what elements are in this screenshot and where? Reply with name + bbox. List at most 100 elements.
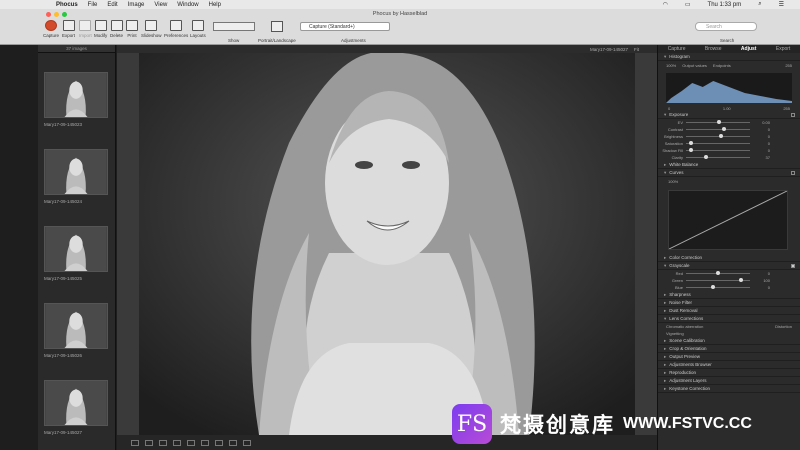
import-button[interactable]: Import xyxy=(79,20,92,38)
spotlight-icon[interactable]: ⌕ xyxy=(758,1,761,8)
slider-value[interactable]: 0 xyxy=(754,141,770,146)
section-adjustment-layers[interactable]: ▸ Adjustment Layers xyxy=(658,377,800,385)
slider-knob[interactable] xyxy=(719,134,723,138)
compare-icon[interactable] xyxy=(145,439,153,446)
section-dust-removal[interactable]: ▸ Dust Removal xyxy=(658,307,800,315)
section-noise-filter[interactable]: ▸ Noise Filter xyxy=(658,299,800,307)
preset-select[interactable]: Capture (Standard+) xyxy=(300,22,390,31)
slider-knob[interactable] xyxy=(722,127,726,131)
rotate-icon[interactable] xyxy=(271,21,283,32)
next-icon[interactable] xyxy=(243,439,251,446)
slider-track[interactable] xyxy=(686,148,750,152)
modify-button[interactable]: Modify xyxy=(94,20,107,38)
vignetting-checkbox[interactable]: Vignetting xyxy=(658,330,800,337)
slider-knob[interactable] xyxy=(711,285,716,289)
menu-view[interactable]: View xyxy=(154,2,167,8)
slider-track[interactable] xyxy=(686,120,750,124)
slider-track[interactable] xyxy=(686,155,750,159)
level-tool-icon[interactable] xyxy=(173,439,181,446)
zoom-level[interactable]: Fit xyxy=(634,47,639,52)
level-low[interactable]: 0 xyxy=(668,106,670,111)
section-sharpness[interactable]: ▸ Sharpness xyxy=(658,291,800,299)
wifi-icon[interactable]: ◠ xyxy=(663,1,668,8)
print-button[interactable]: Print xyxy=(126,20,138,38)
slider-knob[interactable] xyxy=(689,141,693,145)
section-white-balance[interactable]: ▸ White Balance xyxy=(658,161,800,169)
section-histogram[interactable]: ▾ Histogram xyxy=(658,53,800,61)
exposure-slider[interactable]: Contrast 0 xyxy=(658,126,800,133)
thumbnail[interactable] xyxy=(44,380,108,426)
minimize-icon[interactable] xyxy=(54,12,59,17)
slider-knob[interactable] xyxy=(738,278,743,282)
thumbnail[interactable] xyxy=(44,72,108,118)
thumbnail[interactable] xyxy=(44,226,108,272)
close-icon[interactable] xyxy=(46,12,51,17)
level-mid[interactable]: 1.00 xyxy=(723,106,731,111)
delete-button[interactable]: Delete xyxy=(110,20,123,38)
grayscale-slider[interactable]: Red 0 xyxy=(658,270,800,277)
slider-value[interactable]: 0 xyxy=(754,271,770,276)
section-keystone-correction[interactable]: ▸ Keystone Correction xyxy=(658,385,800,393)
slider-track[interactable] xyxy=(686,141,750,145)
zoom-icon[interactable] xyxy=(62,12,67,17)
slider-value[interactable]: 100 xyxy=(754,278,770,283)
exposure-slider[interactable]: Brightness 0 xyxy=(658,133,800,140)
enable-checkbox[interactable] xyxy=(791,263,795,268)
search-input[interactable]: Search xyxy=(695,22,757,31)
curves-graph[interactable] xyxy=(668,190,788,250)
section-reproduction[interactable]: ▸ Reproduction xyxy=(658,369,800,377)
grayscale-slider[interactable]: Blue 0 xyxy=(658,284,800,291)
menu-app[interactable]: Phocus xyxy=(56,2,78,8)
menu-file[interactable]: File xyxy=(88,2,98,8)
menu-list-icon[interactable]: ☰ xyxy=(779,1,784,8)
level-high[interactable]: 255 xyxy=(783,106,790,111)
slider-value[interactable]: 0.00 xyxy=(754,120,770,125)
chromatic-aberration-checkbox[interactable]: Chromatic aberration xyxy=(666,324,703,329)
slider-value[interactable]: 37 xyxy=(754,155,770,160)
menu-help[interactable]: Help xyxy=(209,2,221,8)
main-photo[interactable] xyxy=(139,53,635,435)
tab-export[interactable]: Export xyxy=(776,46,790,52)
show-toggle[interactable] xyxy=(213,22,255,31)
slider-value[interactable]: 0 xyxy=(754,127,770,132)
prev-icon[interactable] xyxy=(229,439,237,446)
preferences-button[interactable]: Preferences xyxy=(164,20,188,38)
tab-adjust[interactable]: Adjust xyxy=(741,46,757,52)
slider-value[interactable]: 0 xyxy=(754,134,770,139)
thumbnail[interactable] xyxy=(44,149,108,195)
tab-capture[interactable]: Capture xyxy=(668,46,686,52)
menu-window[interactable]: Window xyxy=(177,2,198,8)
curves-zoom[interactable]: 100% xyxy=(658,177,800,186)
capture-button[interactable]: Capture xyxy=(43,20,59,38)
slider-track[interactable] xyxy=(686,134,750,138)
slider-knob[interactable] xyxy=(704,155,708,159)
exposure-slider[interactable]: Shadow Fill 0 xyxy=(658,147,800,154)
section-scene-calibration[interactable]: ▸ Scene Calibration xyxy=(658,337,800,345)
picker-tool-icon[interactable] xyxy=(187,439,195,446)
section-grayscale[interactable]: ▾ Grayscale xyxy=(658,262,800,270)
thumbnail[interactable] xyxy=(44,303,108,349)
layouts-button[interactable]: Layouts xyxy=(190,20,206,38)
zoom-tool-icon[interactable] xyxy=(201,439,209,446)
section-exposure[interactable]: ▾ Exposure xyxy=(658,111,800,119)
section-curves[interactable]: ▾ Curves xyxy=(658,169,800,177)
menu-edit[interactable]: Edit xyxy=(107,2,117,8)
slider-track[interactable] xyxy=(686,271,750,275)
export-button[interactable]: Export xyxy=(62,20,75,38)
battery-icon[interactable]: ▭ xyxy=(685,1,691,8)
enable-checkbox[interactable] xyxy=(791,112,795,117)
section-crop-orientation[interactable]: ▸ Crop & Orientation xyxy=(658,345,800,353)
output-values-checkbox[interactable]: Output values xyxy=(682,63,707,68)
slider-value[interactable]: 0 xyxy=(754,285,770,290)
section-color-correction[interactable]: ▸ Color Correction xyxy=(658,254,800,262)
view-mode-icon[interactable] xyxy=(131,439,139,446)
menu-image[interactable]: Image xyxy=(128,2,145,8)
slider-track[interactable] xyxy=(686,285,750,289)
slideshow-button[interactable]: Slideshow xyxy=(141,20,162,38)
grayscale-slider[interactable]: Green 100 xyxy=(658,277,800,284)
image-viewer[interactable]: Mary17-09-145027 Fit xyxy=(117,45,657,450)
slider-track[interactable] xyxy=(686,127,750,131)
slider-knob[interactable] xyxy=(716,271,720,275)
slider-track[interactable] xyxy=(686,278,750,282)
histogram-zoom[interactable]: 100% xyxy=(666,63,676,68)
